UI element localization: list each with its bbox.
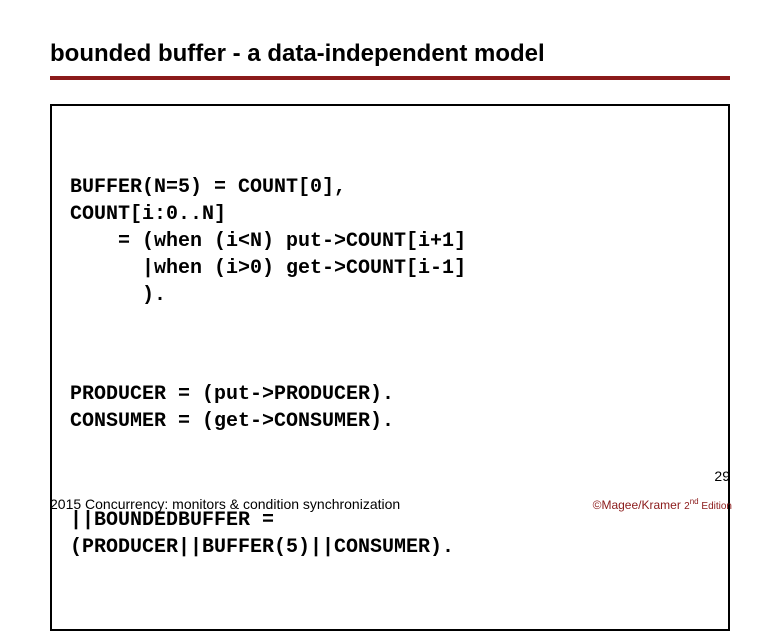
footer-edition-ordinal: nd — [690, 497, 699, 506]
code-block-producer-consumer: PRODUCER = (put->PRODUCER). CONSUMER = (… — [70, 381, 710, 435]
code-block-buffer: BUFFER(N=5) = COUNT[0], COUNT[i:0..N] = … — [70, 174, 710, 309]
slide-title: bounded buffer - a data-independent mode… — [50, 40, 730, 68]
footer-right: ©Magee/Kramer 2nd Edition — [593, 497, 732, 512]
code-block-composition: ||BOUNDEDBUFFER = (PRODUCER||BUFFER(5)||… — [70, 507, 710, 561]
page-number: 29 — [714, 468, 730, 484]
footer-left: 2015 Concurrency: monitors & condition s… — [50, 496, 400, 512]
footer-edition-word: Edition — [699, 501, 732, 512]
footer-copyright: ©Magee/Kramer — [593, 498, 685, 512]
code-box: BUFFER(N=5) = COUNT[0], COUNT[i:0..N] = … — [50, 104, 730, 631]
title-underline — [50, 76, 730, 80]
